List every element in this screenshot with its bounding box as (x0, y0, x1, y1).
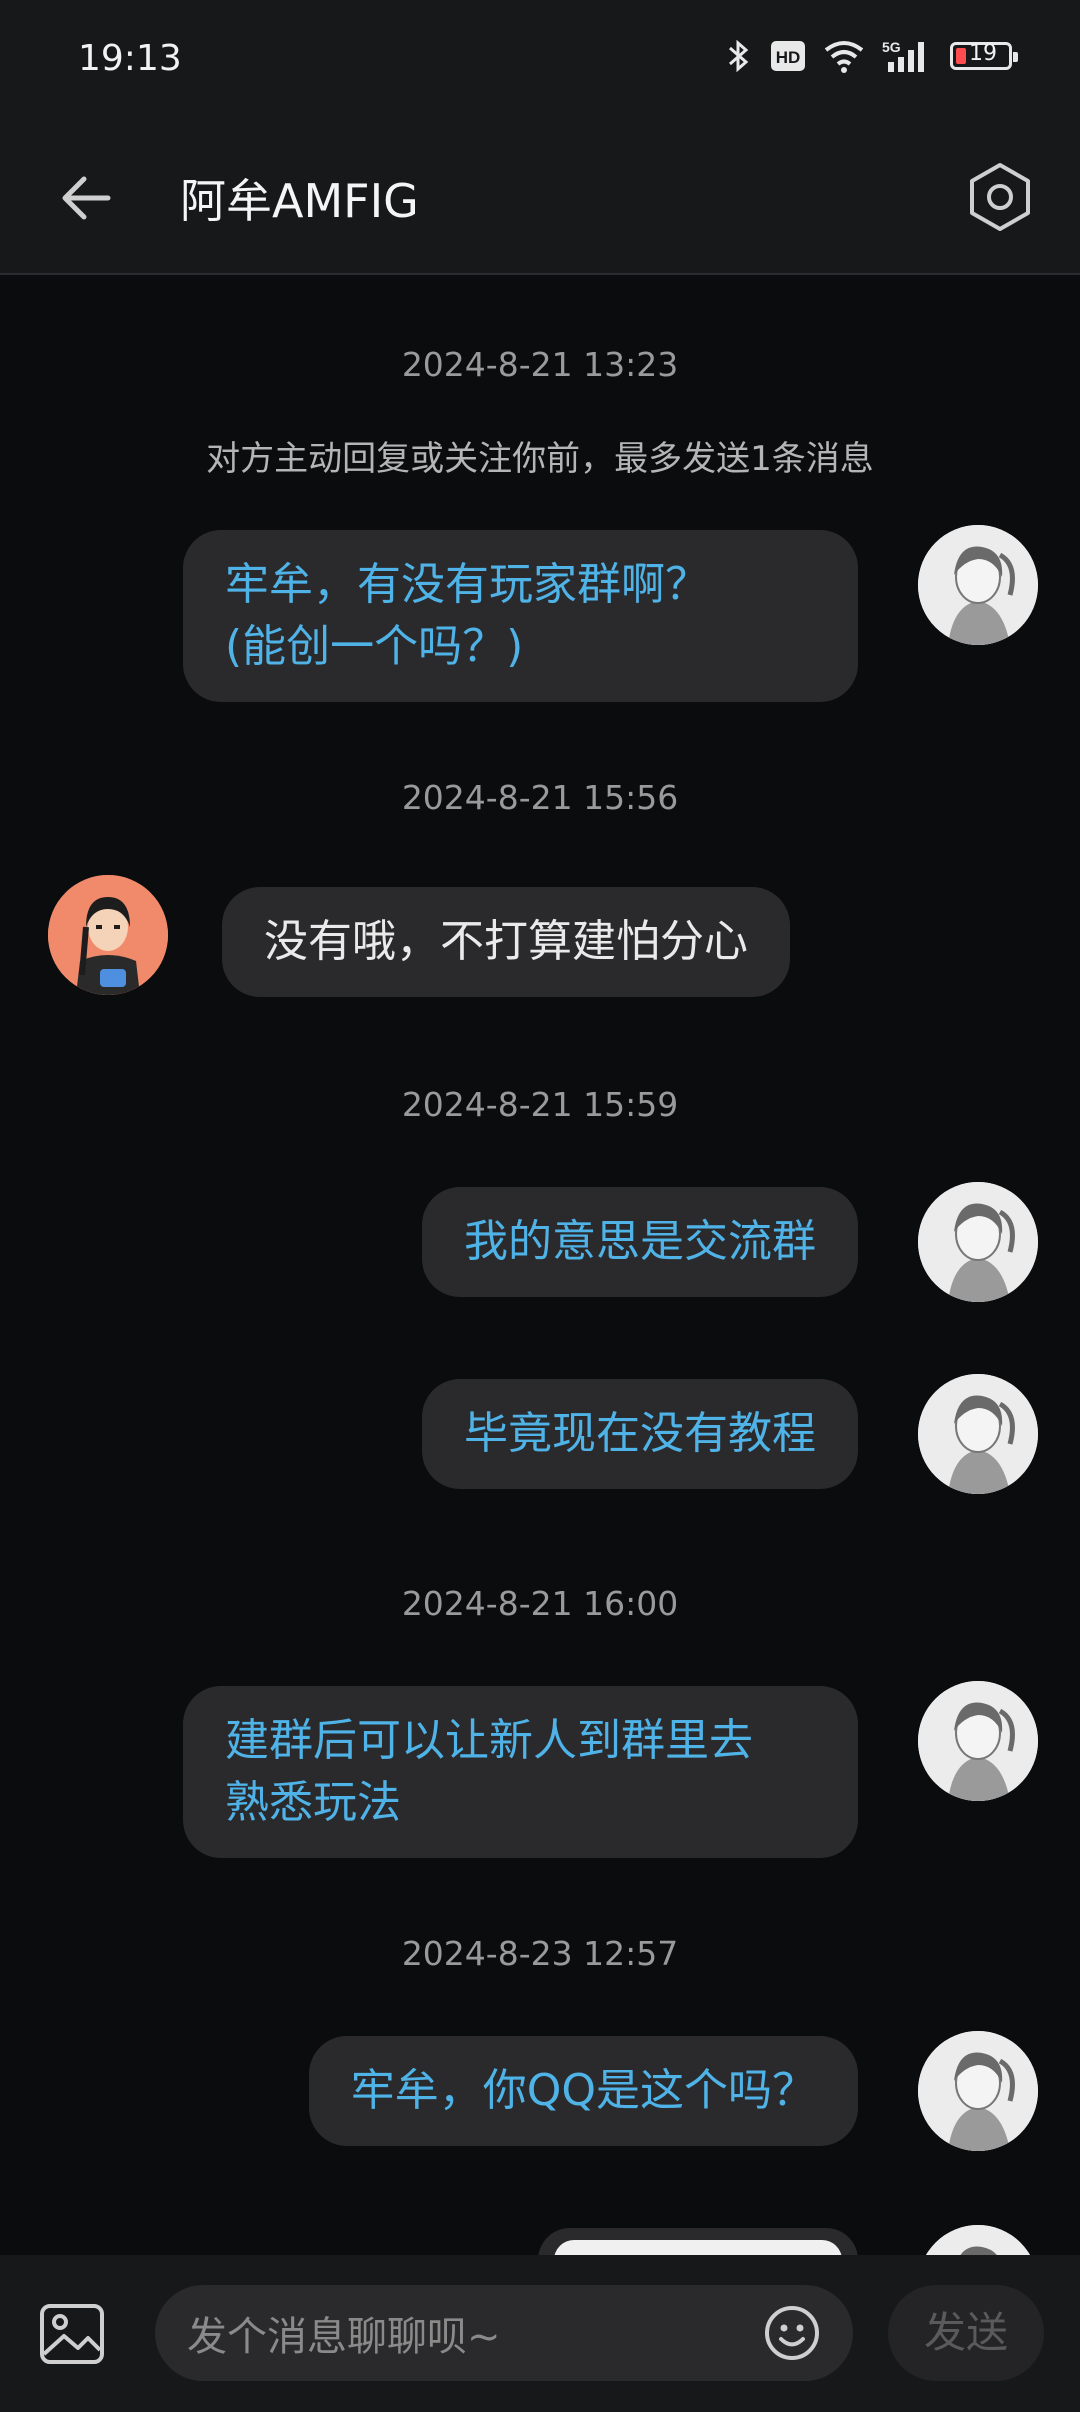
message-input-bar: 发个消息聊聊呗~ 发送 (0, 2255, 1080, 2412)
message-input[interactable]: 发个消息聊聊呗~ (155, 2285, 853, 2381)
timestamp: 2024-8-21 15:59 (401, 1085, 679, 1124)
image-message-partial[interactable] (538, 2228, 858, 2255)
my-avatar[interactable] (918, 2031, 1038, 2151)
hd-icon: HD (771, 41, 805, 71)
emoji-icon[interactable] (763, 2304, 821, 2362)
wifi-icon (824, 41, 864, 73)
svg-text:HD: HD (776, 48, 801, 67)
bluetooth-icon (729, 39, 749, 73)
avatar-illustration (918, 2031, 1038, 2151)
message-input-placeholder: 发个消息聊聊呗~ (187, 2314, 501, 2360)
status-icons: HD 5G 19 (724, 38, 1018, 74)
timestamp: 2024-8-21 16:00 (401, 1584, 679, 1623)
battery-icon: 19 (950, 41, 1018, 70)
send-button[interactable]: 发送 (888, 2285, 1044, 2381)
signal-5g-icon: 5G (882, 39, 924, 72)
timestamp: 2024-8-21 13:23 (401, 345, 679, 384)
message-bubble-mine[interactable]: 牢牟，你QQ是这个吗？ (308, 2036, 858, 2146)
status-time: 19:13 (78, 38, 182, 79)
avatar-illustration (918, 1681, 1038, 1801)
back-arrow-icon[interactable] (52, 163, 122, 233)
image-thumbnail (554, 2240, 842, 2255)
timestamp: 2024-8-23 12:57 (401, 1934, 679, 1973)
message-bubble-mine[interactable]: 毕竟现在没有教程 (422, 1379, 858, 1489)
my-avatar[interactable] (918, 525, 1038, 645)
chat-header: 阿牟AMFIG (0, 125, 1080, 275)
avatar-illustration (918, 2225, 1038, 2255)
contact-avatar[interactable] (48, 875, 168, 995)
timestamp: 2024-8-21 15:56 (401, 778, 679, 817)
my-avatar[interactable] (918, 1182, 1038, 1302)
status-bar: 19:13 HD 5G 19 (0, 0, 1080, 125)
my-avatar[interactable] (918, 1374, 1038, 1494)
message-bubble-theirs[interactable]: 没有哦，不打算建怕分心 (222, 887, 790, 997)
message-bubble-mine[interactable]: 我的意思是交流群 (422, 1187, 858, 1297)
battery-level: 19 (969, 41, 997, 66)
image-picker-icon[interactable] (38, 2300, 106, 2368)
avatar-illustration (918, 525, 1038, 645)
my-avatar[interactable] (918, 2225, 1038, 2255)
chat-message-list[interactable]: 2024-8-21 13:23 对方主动回复或关注你前，最多发送1条消息 牢牟，… (0, 275, 1080, 2255)
message-bubble-mine[interactable]: 牢牟，有没有玩家群啊？ (能创一个吗？) (183, 530, 858, 702)
page-title: 阿牟AMFIG (180, 174, 419, 228)
avatar-illustration (48, 875, 168, 995)
svg-text:5G: 5G (882, 39, 901, 55)
avatar-illustration (918, 1182, 1038, 1302)
my-avatar[interactable] (918, 1681, 1038, 1801)
avatar-illustration (918, 1374, 1038, 1494)
message-bubble-mine[interactable]: 建群后可以让新人到群里去 熟悉玩法 (183, 1686, 858, 1858)
message-limit-notice: 对方主动回复或关注你前，最多发送1条消息 (206, 439, 874, 479)
settings-icon[interactable] (958, 155, 1042, 239)
